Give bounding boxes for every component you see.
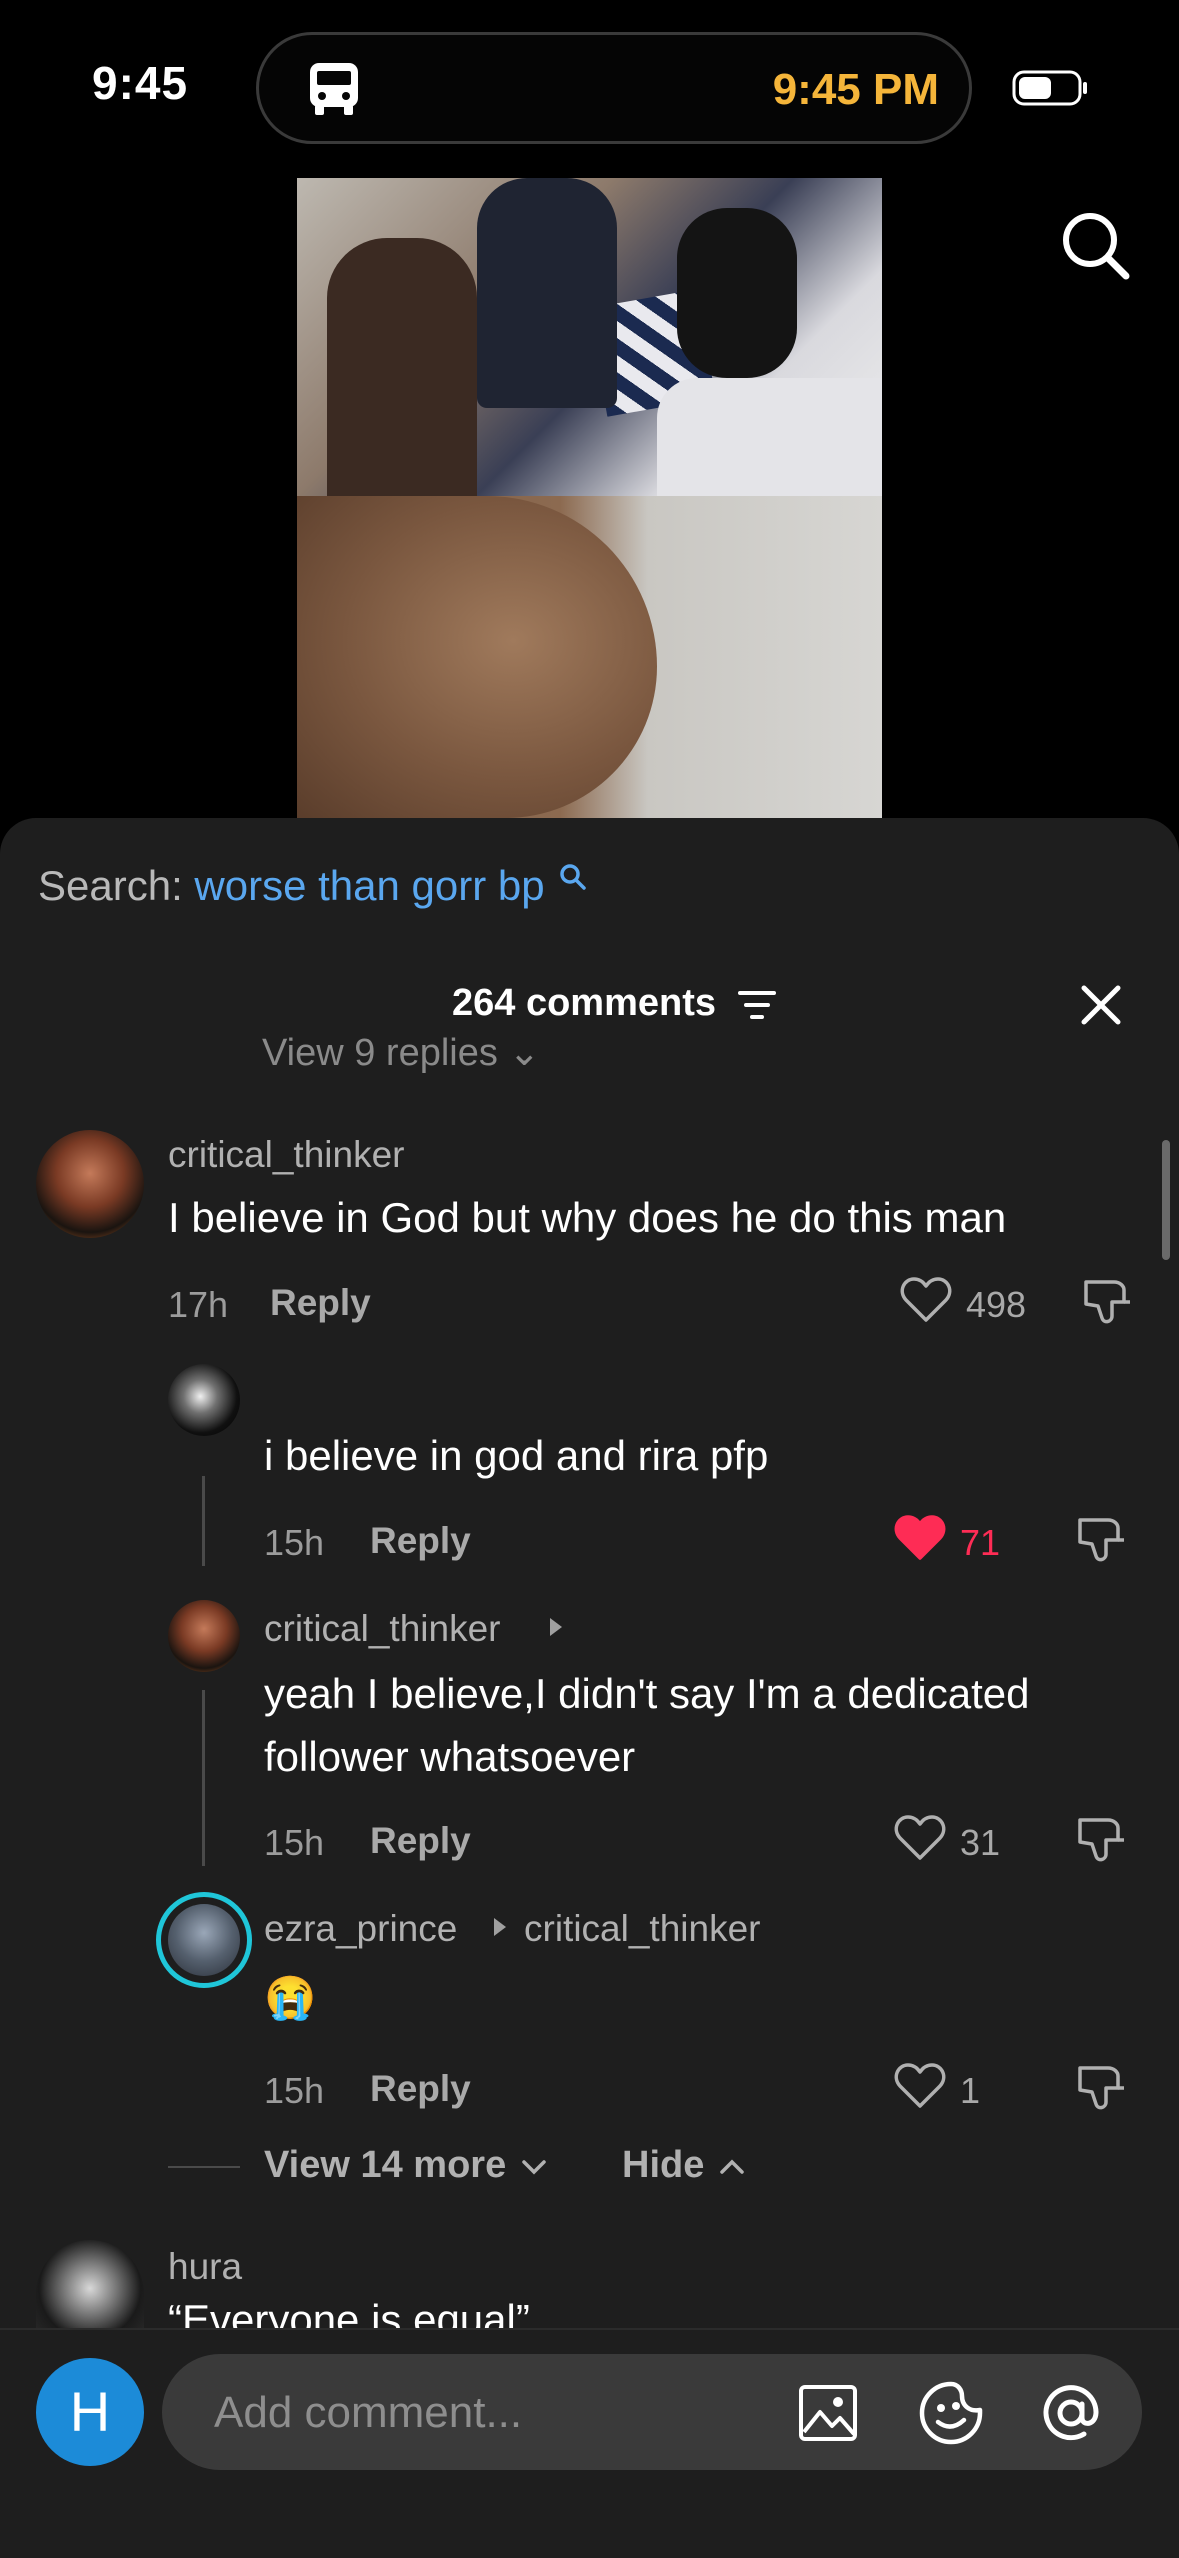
dislike-icon[interactable] (1074, 2062, 1126, 2114)
caret-right-icon (492, 1916, 508, 1938)
like-count: 1 (960, 2070, 981, 2111)
reply-text-line2: follower whatsoever (264, 1733, 636, 1780)
reply-time: 15h (264, 2070, 325, 2111)
reply-to-username[interactable]: critical_thinker (524, 1908, 760, 1950)
reply-username[interactable]: ezra_prince (264, 1908, 457, 1950)
heart-icon[interactable] (894, 1814, 946, 1862)
scrollbar[interactable] (1162, 1140, 1170, 1260)
reply-time: 15h (264, 1522, 325, 1563)
reply-username[interactable]: critical_thinker (264, 1608, 500, 1650)
mention-icon[interactable] (1038, 2380, 1104, 2446)
image-icon[interactable] (798, 2384, 858, 2442)
comment-input[interactable] (212, 2384, 776, 2442)
reply-text-line1: yeah I believe,I didn't say I'm a dedica… (264, 1670, 1030, 1717)
reply-avatar-ring[interactable] (156, 1892, 252, 1988)
comment-text: I believe in God but why does he do this… (168, 1194, 1007, 1241)
reply-avatar (168, 1904, 240, 1976)
reply-text: i believe in god and rira pfp (264, 1432, 769, 1479)
view-more-label: View 14 more (264, 2144, 507, 2186)
heart-icon[interactable] (900, 1276, 952, 1324)
video-frame-bottom (297, 496, 882, 818)
heart-icon[interactable] (894, 1514, 946, 1562)
comment-text: “Everyone is equal” (168, 2296, 530, 2328)
reply-avatar[interactable] (168, 1600, 240, 1672)
dislike-icon[interactable] (1074, 1814, 1126, 1866)
status-time: 9:45 (92, 57, 189, 109)
search-label: Search: (38, 862, 195, 909)
comment-username[interactable]: critical_thinker (168, 1134, 404, 1176)
hide-label: Hide (622, 2144, 705, 2186)
reply-time: 15h (264, 1822, 325, 1863)
chevron-down-icon (521, 2158, 547, 2176)
like-count: 498 (966, 1284, 1027, 1325)
search-suggestion[interactable]: Search: worse than gorr bp (38, 862, 588, 910)
dislike-icon[interactable] (1080, 1276, 1132, 1328)
thread-divider (168, 2166, 240, 2168)
my-avatar[interactable]: H (36, 2358, 144, 2466)
dislike-icon[interactable] (1074, 1514, 1126, 1566)
avatar[interactable] (36, 1130, 144, 1238)
bus-icon (307, 61, 361, 117)
view-replies-clipped[interactable]: View 9 replies ⌄ (262, 1030, 540, 1074)
emoji-icon[interactable] (918, 2380, 984, 2446)
comment-text-clip: “Everyone is equal” (168, 2296, 530, 2328)
caret-right-icon (548, 1616, 564, 1638)
reply-button[interactable]: Reply (370, 1820, 471, 1862)
reply-button[interactable]: Reply (370, 1520, 471, 1562)
comment-time: 17h (168, 1284, 229, 1325)
search-icon[interactable] (1058, 208, 1132, 282)
search-query-link[interactable]: worse than gorr bp (194, 862, 544, 909)
comments-count: 264 comments (452, 982, 717, 1024)
island-time: 9:45 PM (772, 65, 939, 114)
chevron-up-icon (719, 2158, 745, 2176)
close-icon[interactable] (1076, 980, 1126, 1030)
reply-button[interactable]: Reply (370, 2068, 471, 2110)
search-small-icon (558, 862, 588, 892)
comment-input-container[interactable] (162, 2354, 1142, 2470)
thread-line (202, 1690, 205, 1866)
filter-icon[interactable] (738, 988, 776, 1022)
comment-username[interactable]: hura (168, 2246, 242, 2288)
reply-button[interactable]: Reply (270, 1282, 371, 1324)
like-count: 71 (960, 1522, 1001, 1563)
battery-icon (1012, 70, 1090, 106)
reply-avatar[interactable] (168, 1364, 240, 1436)
like-count: 31 (960, 1822, 1001, 1863)
dynamic-island[interactable]: 9:45 PM (256, 32, 972, 144)
view-more-button[interactable]: View 14 more (264, 2144, 547, 2187)
reply-text: 😭 (264, 1974, 317, 2021)
heart-icon[interactable] (894, 2062, 946, 2110)
hide-button[interactable]: Hide (622, 2144, 745, 2187)
video-frame-top (297, 178, 882, 496)
thread-line (202, 1476, 205, 1566)
video-player[interactable] (297, 178, 882, 818)
